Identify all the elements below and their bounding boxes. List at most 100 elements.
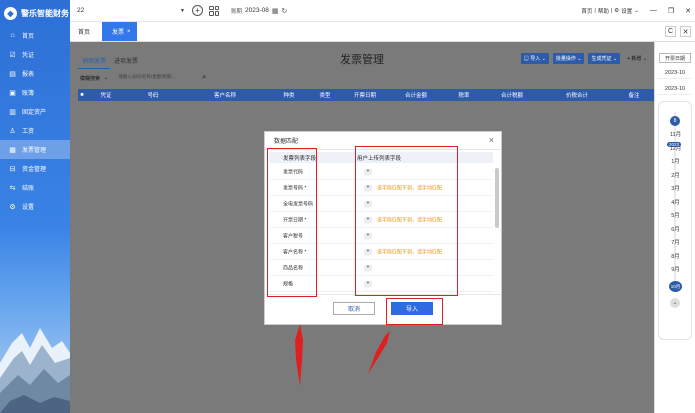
voucher-icon: ☑ [9,51,16,59]
sidebar-item-label: 发票管理 [22,148,47,154]
right-panel: 开票日期 2023-10 2023-10 8 11月 12月 1月 2月 3月 4月 5月 6… [654,42,695,413]
month-item[interactable]: 3月 [659,184,692,192]
top-right-links: 首页 | 帮助 | ⚙ 设置 ⌄ — ❐ ✕ [581,7,691,15]
column-header[interactable]: 种类 [270,91,308,99]
column-header[interactable]: 类型 [308,91,342,99]
month-item[interactable]: 9月 [659,265,692,273]
settings-icon: ⚙ [9,203,16,211]
month-item[interactable]: 7月 [659,238,692,246]
asset-icon: ▥ [9,108,16,116]
sidebar-item-report[interactable]: ▤ 报表 [0,64,70,83]
link-help[interactable]: 帮助 [598,7,609,15]
tab-home[interactable]: 首页 [70,22,98,41]
table-header: ■ 凭证 号码 客户名称 种类 类型 开票日期 合计金额 税率 合计税额 价税合计 备注 [78,89,654,101]
month-item[interactable]: 11月 [659,130,692,138]
caret-down-icon[interactable]: ⌄ [634,8,639,14]
sidebar-item-label: 报表 [22,72,35,78]
apps-grid-icon[interactable] [209,5,219,16]
sidebar-item-home[interactable]: ⌂ 首页 [0,26,70,45]
search-icon[interactable]: ⌕ [202,74,206,82]
sidebar-item-asset[interactable]: ▥ 固定资产 [0,102,70,121]
close-all-icon[interactable]: ✕ [680,26,691,37]
period-picker[interactable]: 账期 2023-08 ▦ ↻ [231,7,287,15]
minimize-icon[interactable]: — [650,7,657,14]
tab-invoice[interactable]: 发票 × [102,22,137,41]
year-chip[interactable]: 2023 [667,142,682,147]
sidebar-item-label: 工资 [22,129,35,135]
sidebar-item-label: 结账 [22,186,35,192]
month-item[interactable]: 5月 [659,211,692,219]
column-header[interactable]: 凭证 [86,91,126,99]
close-icon[interactable]: ✕ [685,7,691,15]
dialog-close-icon[interactable]: × [489,135,494,145]
fund-icon: ⊟ [9,165,16,173]
sidebar-item-voucher[interactable]: ☑ 凭证 [0,45,70,64]
annotation-box-import [386,298,443,325]
sidebar-item-closing[interactable]: ⇆ 结账 [0,178,70,197]
sidebar-item-invoice[interactable]: ▦ 发票管理 [0,140,70,159]
column-header[interactable]: 号码 [126,91,180,99]
add-button[interactable]: + 新增 ⌄ [624,53,650,64]
calendar-icon: ▦ [271,7,279,15]
mountain-decoration [0,328,70,413]
month-item[interactable]: 6月 [659,225,692,233]
caret-down-icon: ▼ [180,7,185,14]
collapse-icon[interactable]: ⌄ [670,298,680,308]
cancel-button[interactable]: 取消 [333,302,375,315]
import-button[interactable]: ▤ 导入 ⌄ [520,53,549,64]
sidebar-item-salary[interactable]: ♙ 工资 [0,121,70,140]
current-month[interactable]: 10月 [669,281,682,292]
column-header[interactable]: 客户名称 [180,91,270,99]
column-header[interactable]: 价税合计 [540,91,614,99]
sidebar-item-ledger[interactable]: ▣ 账簿 [0,83,70,102]
restore-icon[interactable]: ❐ [668,7,674,15]
month-item[interactable]: 1月 [659,157,692,165]
link-settings[interactable]: 设置 [621,7,632,15]
filter-bar: 模糊搜索 ⌄ 请输入号码/名称/金额/税额... ⌕ [80,74,206,82]
home-icon: ⌂ [10,32,15,39]
filter-label: 模糊搜索 [80,75,101,82]
period-label: 账期 [231,8,243,15]
sidebar: ◆ 警乐智能财务 ⌂ 首页 ☑ 凭证 ▤ 报表 ▣ 账簿 ▥ 固定资产 ♙ 工资 ▦ 发票管理 ⊟ 资金管理 ⇆… [0,0,70,413]
month-badge[interactable]: 8 [670,116,680,126]
column-header[interactable]: 合计金额 [388,91,444,99]
column-header[interactable]: 备注 [614,91,654,99]
invoice-date-button[interactable]: 开票日期 [659,53,691,63]
link-home[interactable]: 首页 [581,7,592,15]
add-circle-icon[interactable]: + [192,5,203,16]
annotation-box-upload-fields [355,146,458,296]
report-icon: ▤ [9,70,16,78]
account-select[interactable]: 22 ▼ [75,4,187,18]
settings-gear-icon[interactable]: ⚙ [614,8,619,14]
period-value: 2023-08 [245,7,269,14]
month-item[interactable]: 4月 [659,198,692,206]
toolbar: ▤ 导入 ⌄ 批量操作 ⌄ 生成凭证 ⌄ + 新增 ⌄ [520,53,650,64]
gen-voucher-button[interactable]: 生成凭证 ⌄ [588,53,621,64]
sidebar-item-label: 资金管理 [22,167,47,173]
column-header[interactable]: 开票日期 [342,91,388,99]
annotation-box-invoice-fields [267,148,317,297]
select-all-checkbox[interactable]: ■ [78,92,86,98]
month-item[interactable]: 8月 [659,252,692,260]
tab-close-icon[interactable]: × [127,29,131,35]
search-input[interactable]: 请输入号码/名称/金额/税额... [118,74,198,82]
refresh-icon[interactable]: ↻ [282,7,288,15]
date-to[interactable]: 2023-10 [658,84,692,95]
column-header[interactable]: 合计税额 [484,91,540,99]
sidebar-item-label: 账簿 [22,91,35,97]
logo: ◆ 警乐智能财务 [0,0,70,26]
chevron-down-icon[interactable]: ⌄ [104,75,108,81]
dialog-scrollbar[interactable] [495,168,499,228]
batch-button[interactable]: 批量操作 ⌄ [552,53,585,64]
closing-icon: ⇆ [9,184,16,192]
column-header[interactable]: 税率 [444,91,484,99]
month-item[interactable]: 2月 [659,171,692,179]
invoice-icon: ▦ [9,146,16,154]
sidebar-item-label: 设置 [22,205,35,211]
month-timeline: 8 11月 12月 1月 2月 3月 4月 5月 6月 7月 8月 9月 2023 10月 ⌄ [658,101,692,340]
reload-icon[interactable]: C [665,26,676,37]
sidebar-item-fund[interactable]: ⊟ 资金管理 [0,159,70,178]
sidebar-item-settings[interactable]: ⚙ 设置 [0,197,70,216]
date-from[interactable]: 2023-10 [658,68,692,79]
logo-icon: ◆ [4,6,17,20]
